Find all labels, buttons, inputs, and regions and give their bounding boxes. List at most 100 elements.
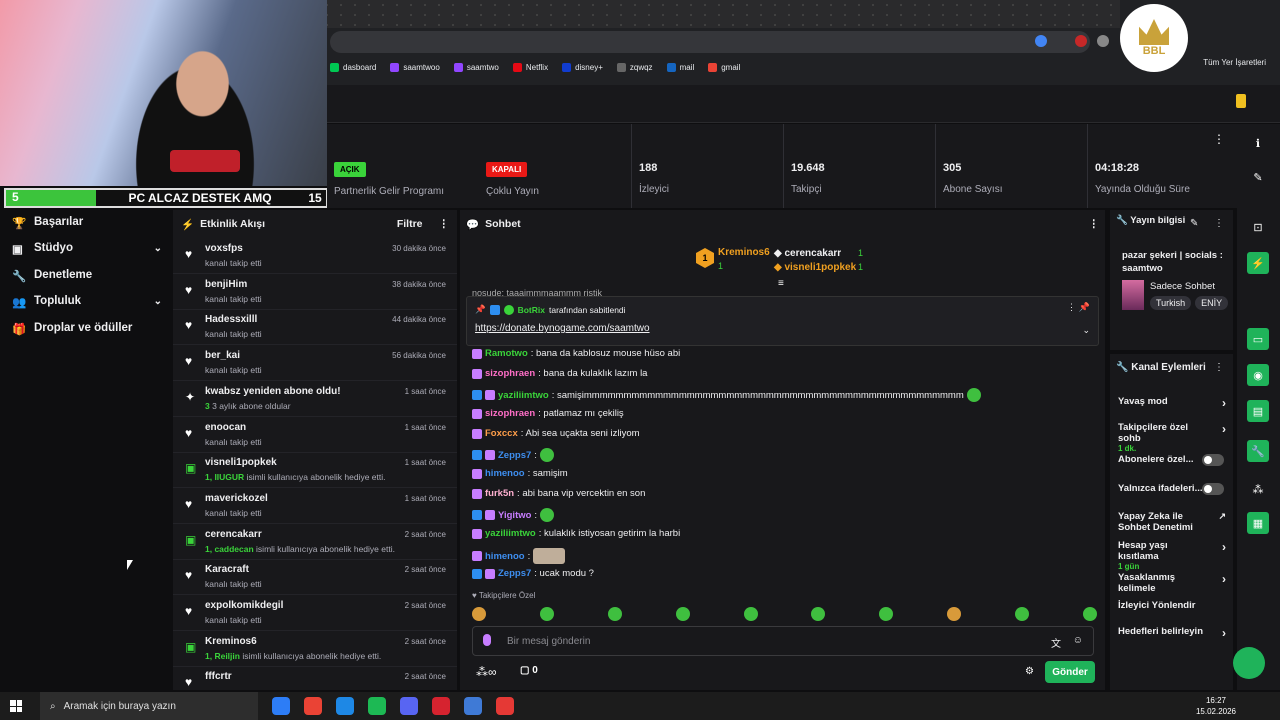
bookmark-mail[interactable]: mail — [666, 62, 694, 72]
chat-username[interactable]: Foxccx — [485, 428, 518, 439]
send-button[interactable]: Gönder — [1045, 661, 1095, 683]
chat-username[interactable]: Ramotwo — [485, 348, 528, 359]
chat-message[interactable]: Zepps7: ucak modu ? — [472, 568, 594, 579]
activity-item[interactable]: ♥ Karacraft kanalı takip etti 2 saat önce — [173, 559, 457, 596]
activity-item[interactable]: ▣ visneli1popkek 1, IIUGUR isimli kullanıc… — [173, 452, 457, 489]
emote-icon[interactable] — [607, 607, 622, 621]
pinned-link[interactable]: https://donate.bynogame.com/saamtwo — [475, 323, 650, 334]
toggle-switch[interactable] — [1202, 454, 1224, 466]
leader-name[interactable]: Kreminos6 — [718, 247, 770, 258]
taskbar-app-icon[interactable] — [304, 697, 322, 715]
chat-message[interactable]: himenoo: samişim — [472, 468, 568, 479]
channel-action-item[interactable]: Yavaş mod › — [1118, 396, 1230, 410]
leader-name[interactable]: ◆ cerencakarr — [774, 248, 841, 259]
taskbar-app-icon[interactable] — [432, 697, 450, 715]
chat-username[interactable]: yaziliimtwo — [485, 528, 536, 539]
bookmark-dasboard[interactable]: dasboard — [330, 62, 376, 72]
stat-multistream[interactable]: KAPALI Çoklu Yayın — [479, 124, 631, 208]
activity-item[interactable]: ▣ cerencakarr 1, caddecan isimli kullanıcı… — [173, 524, 457, 560]
activity-item[interactable]: ♥ maverickozel kanalı takip etti 1 saat önc… — [173, 488, 457, 524]
category-boxart[interactable] — [1122, 280, 1144, 310]
chat-username[interactable]: Zepps7 — [498, 450, 531, 461]
nav-studio[interactable]: ▣ Stüdyo ⌄ — [12, 242, 162, 256]
taskbar-app-icon[interactable] — [336, 697, 354, 715]
chat-username[interactable]: himenoo — [485, 468, 525, 479]
chevron-down-icon[interactable]: ⌄ — [1082, 325, 1090, 336]
bookmark-saamtwoo[interactable]: saamtwoo — [390, 62, 440, 72]
tag[interactable]: ENİY — [1195, 296, 1229, 310]
chat-message[interactable]: Foxccx: Abi sea uçakta seni izliyom — [472, 428, 640, 439]
activity-item[interactable]: ♥ benjiHim kanalı takip etti 38 dakika önce — [173, 274, 457, 310]
bookmark-netflix[interactable]: Netflix — [512, 62, 548, 72]
taskbar-app-icon[interactable] — [400, 697, 418, 715]
more-options-icon[interactable]: ⋮ — [439, 218, 450, 230]
chat-username[interactable]: yaziliimtwo — [498, 390, 549, 401]
translate-icon[interactable]: 文 — [1051, 635, 1061, 650]
nav-achievements[interactable]: 🏆 Başarılar — [12, 216, 162, 230]
clapper-icon[interactable]: ▦ — [1247, 512, 1269, 534]
more-options-icon[interactable]: ⋮ — [1213, 132, 1225, 146]
extension-icon[interactable] — [1075, 35, 1087, 47]
emote-icon[interactable] — [675, 607, 690, 621]
channel-action-item[interactable]: İzleyici Yönlendir — [1118, 600, 1230, 611]
chat-message[interactable]: Yigitwo: — [472, 508, 555, 522]
activity-item[interactable]: ♥ enoocan kanalı takip etti 1 saat önce — [173, 417, 457, 453]
leader-name[interactable]: ◆ visneli1popkek — [774, 262, 856, 273]
broadcast-icon[interactable]: ◉ — [1247, 364, 1269, 386]
activity-item[interactable]: ✦ kwabsz yeniden abone oldu! 3 3 aylık abo… — [173, 381, 457, 417]
toggle-switch[interactable] — [1202, 483, 1224, 495]
taskbar-search[interactable]: ⌕ Aramak için buraya yazın — [40, 692, 258, 720]
emote-icon[interactable] — [743, 607, 758, 621]
mic-icon[interactable] — [483, 634, 491, 646]
channel-action-item[interactable]: Abonelere özel... — [1118, 454, 1230, 466]
extension-icon[interactable] — [1097, 35, 1109, 47]
channel-points-icon[interactable]: ⁂∞ — [476, 665, 497, 679]
activity-item[interactable]: ♥ ber_kai kanalı takip etti 56 dakika önce — [173, 345, 457, 382]
taskbar-app-icon[interactable] — [464, 697, 482, 715]
chat-message[interactable]: himenoo: — [472, 548, 566, 564]
chat-input[interactable]: Bir mesaj gönderin 文 ☺ — [472, 626, 1094, 656]
chat-icon[interactable]: ▭ — [1247, 328, 1269, 350]
collapse-icon[interactable]: ≡ — [778, 278, 784, 289]
chat-message[interactable]: yaziliimtwo: samişimmmmmmmmmmmmmmmmmmmmm… — [472, 388, 981, 402]
chat-username[interactable]: Yigitwo — [498, 510, 531, 521]
edit-icon[interactable]: ✎ — [1190, 218, 1198, 229]
server-icon[interactable]: ▤ — [1247, 400, 1269, 422]
more-options-icon[interactable]: ⋮ — [1214, 218, 1224, 229]
lightning-icon[interactable]: ⚡ — [1247, 252, 1269, 274]
emote-picker-icon[interactable]: ☺ — [1073, 635, 1083, 646]
emote-icon[interactable] — [947, 607, 962, 621]
points-counter[interactable]: ▢ 0 — [520, 665, 538, 676]
chat-message[interactable]: sizophraen: patlamaz mı çekiliş — [472, 408, 624, 419]
address-bar[interactable] — [330, 31, 1090, 53]
points-icon[interactable]: ⁂ — [1247, 478, 1269, 500]
nav-drops[interactable]: 🎁 Droplar ve ödüller — [12, 322, 162, 336]
capture-icon[interactable]: ⊡ — [1247, 216, 1269, 238]
channel-action-item[interactable]: Hesap yaşı kısıtlama 1 gün › — [1118, 540, 1230, 571]
star-icon[interactable] — [1035, 35, 1047, 47]
chat-username[interactable]: Zepps7 — [498, 568, 531, 579]
unpin-icon[interactable]: 📌 — [1079, 302, 1090, 313]
channel-action-item[interactable]: Yasaklanmış kelimele › — [1118, 572, 1230, 594]
chat-username[interactable]: himenoo — [485, 551, 525, 562]
chat-message[interactable]: yaziliimtwo: kulaklık istiyosan getirim … — [472, 528, 680, 539]
more-options-icon[interactable]: ⋮ — [1089, 218, 1100, 230]
all-bookmarks-link[interactable]: Tüm Yer İşaretleri — [1203, 58, 1266, 67]
emote-icon[interactable] — [539, 607, 554, 621]
activity-item[interactable]: ♥ fffcrtr 2 saat önce — [173, 666, 457, 690]
tag[interactable]: Turkish — [1150, 296, 1192, 310]
taskbar-app-icon[interactable] — [496, 697, 514, 715]
chat-username[interactable]: sizophraen — [485, 408, 535, 419]
activity-item[interactable]: ♥ expolkomikdegil kanalı takip etti 2 saat … — [173, 595, 457, 631]
channel-action-item[interactable]: Yapay Zeka ile Sohbet Denetimi ↗ — [1118, 511, 1230, 533]
activity-item[interactable]: ♥ Hadessxilll kanalı takip etti 44 dakika ö… — [173, 309, 457, 346]
bookmark-gmail[interactable]: gmail — [708, 62, 740, 72]
more-options-icon[interactable]: ⋮ — [1214, 362, 1224, 373]
emote-icon[interactable] — [1082, 607, 1097, 621]
stat-partner[interactable]: AÇIK Partnerlik Gelir Programı — [327, 124, 477, 208]
emote-icon[interactable] — [1015, 607, 1029, 621]
activity-item[interactable]: ▣ Kreminos6 1, Reiljin isimli kullanıcıya … — [173, 631, 457, 667]
chat-message[interactable]: sizophraen: bana da kulaklık lazım la — [472, 368, 647, 379]
taskbar-app-icon[interactable] — [368, 697, 386, 715]
channel-action-item[interactable]: Hedefleri belirleyin › — [1118, 626, 1230, 640]
